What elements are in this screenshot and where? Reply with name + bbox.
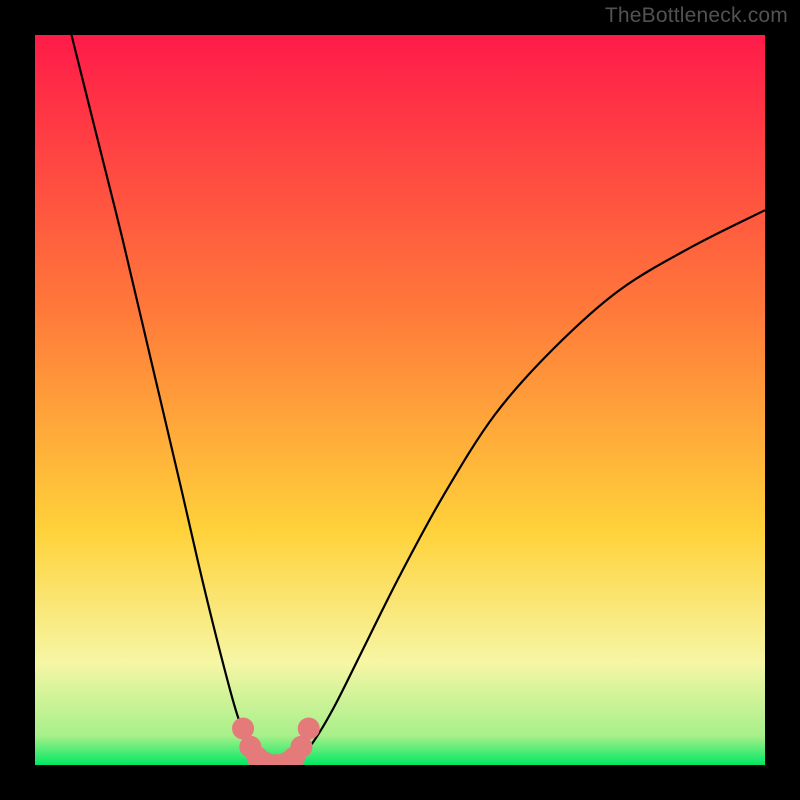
- gradient-background: [35, 35, 765, 765]
- bottom-marker: [298, 718, 320, 740]
- chart-svg: [35, 35, 765, 765]
- chart-plot-area: [35, 35, 765, 765]
- watermark-text: TheBottleneck.com: [605, 4, 788, 28]
- chart-frame: TheBottleneck.com: [0, 0, 800, 800]
